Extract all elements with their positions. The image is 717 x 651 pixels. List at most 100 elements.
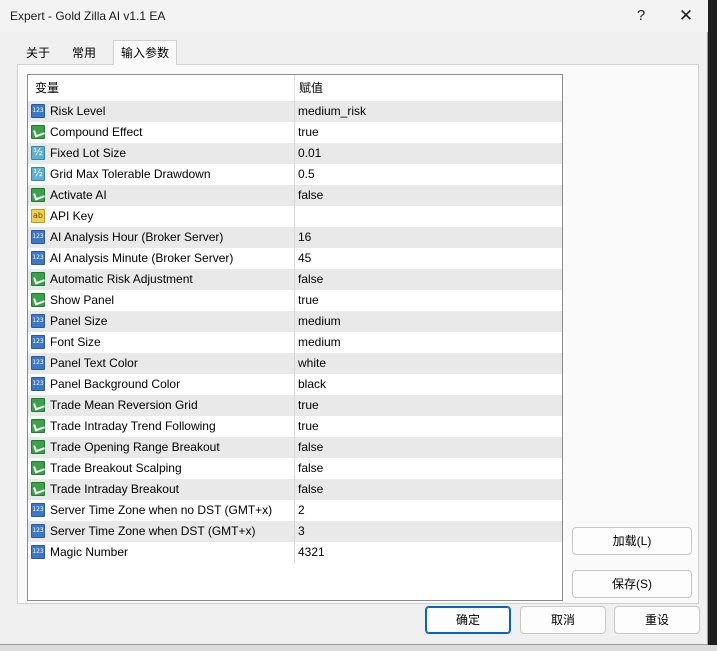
variable-name: AI Analysis Minute (Broker Server) [50,251,234,265]
table-row[interactable]: Font Size medium [28,332,562,353]
variable-name: Show Panel [50,293,115,307]
cell-divider [294,542,295,563]
cell-divider [294,101,295,122]
table-row[interactable]: Panel Background Color black [28,374,562,395]
table-row[interactable]: AI Analysis Hour (Broker Server) 16 [28,227,562,248]
bool-icon [31,125,45,139]
variable-name: Compound Effect [50,125,143,139]
cell-divider [294,437,295,458]
table-row[interactable]: Fixed Lot Size 0.01 [28,143,562,164]
bool-icon [31,293,45,307]
column-header-variable[interactable]: 变量 [35,75,59,101]
variable-value[interactable]: black [298,374,326,395]
variable-value[interactable]: white [298,353,326,374]
table-row[interactable]: Panel Text Color white [28,353,562,374]
table-row[interactable]: Server Time Zone when no DST (GMT+x) 2 [28,500,562,521]
variable-name: API Key [50,209,94,223]
variable-name: Panel Size [50,314,108,328]
variable-value[interactable]: medium_risk [298,101,366,122]
number-icon [31,524,45,538]
help-button[interactable]: ? [627,4,655,28]
variable-value[interactable]: 4321 [298,542,325,563]
variable-name: Trade Mean Reversion Grid [50,398,198,412]
variable-value[interactable]: 0.01 [298,143,321,164]
title-bar: Expert - Gold Zilla AI v1.1 EA ? ✕ [0,0,708,32]
background-chart-area [708,0,717,651]
variable-value[interactable]: true [298,290,319,311]
expert-properties-dialog: Expert - Gold Zilla AI v1.1 EA ? ✕ 关于 常用… [0,0,708,645]
variable-value[interactable]: true [298,416,319,437]
cell-divider [294,143,295,164]
bool-icon [31,440,45,454]
cell-divider [294,374,295,395]
table-row[interactable]: Compound Effect true [28,122,562,143]
table-row[interactable]: Trade Intraday Trend Following true [28,416,562,437]
table-row[interactable]: Grid Max Tolerable Drawdown 0.5 [28,164,562,185]
table-row[interactable]: Trade Opening Range Breakout false [28,437,562,458]
table-row[interactable]: Trade Mean Reversion Grid true [28,395,562,416]
variable-value[interactable]: false [298,479,323,500]
tab-about[interactable]: 关于 [17,42,59,64]
table-row[interactable]: Server Time Zone when DST (GMT+x) 3 [28,521,562,542]
cell-divider [294,416,295,437]
column-divider[interactable] [294,75,295,101]
tab-common[interactable]: 常用 [63,42,105,64]
cell-divider [294,479,295,500]
number-icon [31,356,45,370]
cell-divider [294,353,295,374]
window-title: Expert - Gold Zilla AI v1.1 EA [10,9,166,23]
table-row[interactable]: Panel Size medium [28,311,562,332]
variable-value[interactable]: true [298,395,319,416]
cell-divider [294,248,295,269]
cancel-button[interactable]: 取消 [520,606,606,634]
variable-name: Trade Breakout Scalping [50,461,182,475]
variable-name: Risk Level [50,104,106,118]
table-row[interactable]: Magic Number 4321 [28,542,562,563]
string-icon [31,209,45,223]
variable-value[interactable]: false [298,185,323,206]
tab-inputs[interactable]: 输入参数 [113,40,177,65]
table-row[interactable]: Trade Intraday Breakout false [28,479,562,500]
bool-icon [31,482,45,496]
number-icon [31,545,45,559]
close-button[interactable]: ✕ [672,4,700,28]
background-bottom-strip [0,645,717,651]
variable-value[interactable]: true [298,122,319,143]
variable-value[interactable]: false [298,458,323,479]
table-row[interactable]: API Key [28,206,562,227]
table-row[interactable]: Activate AI false [28,185,562,206]
save-button[interactable]: 保存(S) [572,570,692,598]
table-row[interactable]: Automatic Risk Adjustment false [28,269,562,290]
cell-divider [294,332,295,353]
variable-value[interactable]: medium [298,311,341,332]
table-row[interactable]: Trade Breakout Scalping false [28,458,562,479]
variable-name: Activate AI [50,188,107,202]
cell-divider [294,521,295,542]
variable-name: Trade Opening Range Breakout [50,440,220,454]
cell-divider [294,185,295,206]
ok-button[interactable]: 确定 [425,606,511,634]
variable-value[interactable]: 2 [298,500,305,521]
variable-value[interactable]: 16 [298,227,311,248]
number-icon [31,503,45,517]
variable-value[interactable]: false [298,437,323,458]
variable-name: Trade Intraday Trend Following [50,419,216,433]
column-header-value[interactable]: 赋值 [299,75,323,101]
table-row[interactable]: AI Analysis Minute (Broker Server) 45 [28,248,562,269]
variable-value[interactable]: false [298,269,323,290]
cell-divider [294,227,295,248]
table-row[interactable]: Show Panel true [28,290,562,311]
reset-button[interactable]: 重设 [614,606,700,634]
cell-divider [294,458,295,479]
table-row[interactable]: Risk Level medium_risk [28,101,562,122]
variable-value[interactable]: 0.5 [298,164,315,185]
variable-value[interactable]: medium [298,332,341,353]
bool-icon [31,188,45,202]
cell-divider [294,206,295,227]
variable-name: Fixed Lot Size [50,146,127,160]
number-icon [31,251,45,265]
variable-name: Panel Text Color [50,356,138,370]
load-button[interactable]: 加载(L) [572,527,692,555]
variable-value[interactable]: 45 [298,248,311,269]
variable-value[interactable]: 3 [298,521,305,542]
